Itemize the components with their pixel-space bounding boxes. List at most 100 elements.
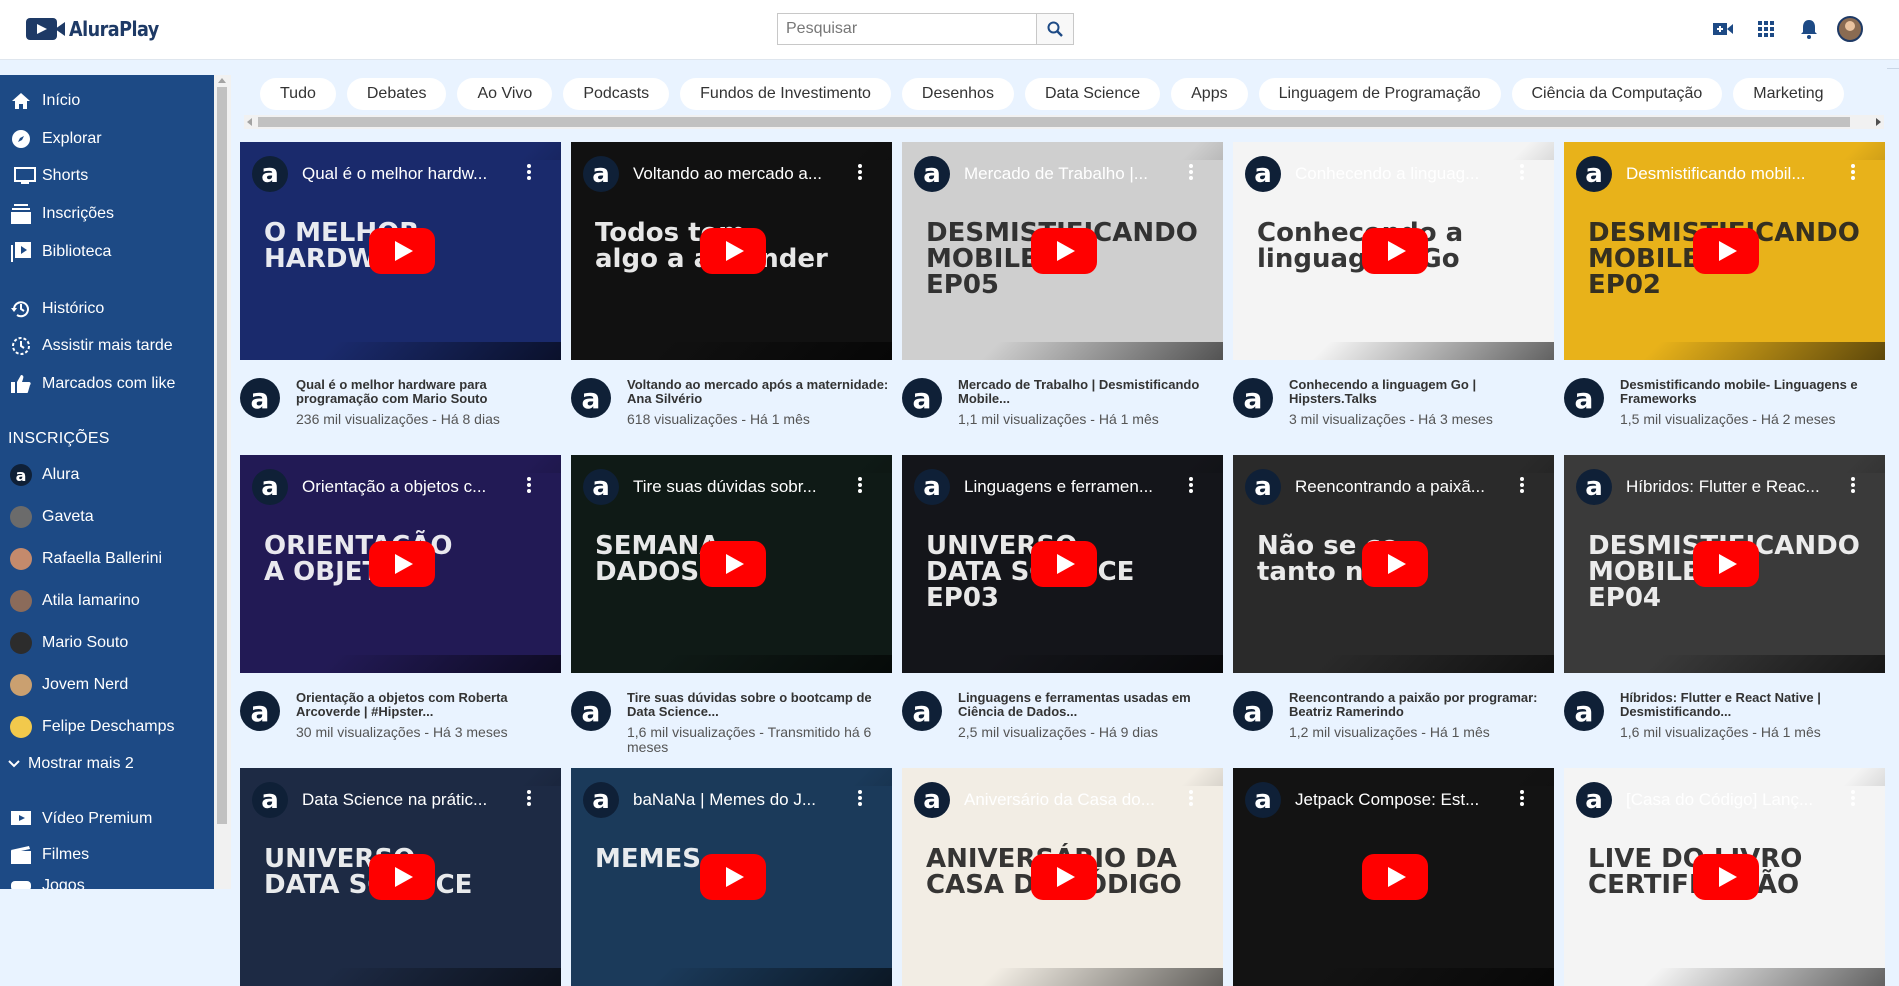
search-button[interactable] — [1036, 13, 1074, 45]
scroll-right-arrow-icon[interactable] — [1876, 118, 1881, 126]
chip-tudo[interactable]: Tudo — [260, 78, 336, 110]
video-title[interactable]: Desmistificando mobile- Linguagens e Fra… — [1620, 378, 1882, 406]
chip-data-science[interactable]: Data Science — [1024, 78, 1161, 110]
chip-ao-vivo[interactable]: Ao Vivo — [457, 78, 553, 110]
video-card[interactable]: DESMISTIFICANDO MOBILE EP02aDesmistifica… — [1564, 142, 1885, 455]
channel-logo-icon[interactable]: a — [1245, 156, 1281, 192]
sidebar-item-jogos[interactable]: Jogos — [0, 871, 214, 889]
search-input[interactable] — [777, 13, 1036, 45]
channel-avatar[interactable]: a — [902, 691, 942, 731]
more-options-icon[interactable] — [1851, 164, 1855, 180]
video-thumbnail[interactable]: Todos tem algo a aprenderaVoltando ao me… — [571, 142, 892, 360]
chips-scroll-thumb[interactable] — [258, 117, 1850, 127]
sidebar-scrollbar[interactable] — [214, 75, 231, 889]
video-card[interactable]: Conhecendo a linguagem Go a Conhecendo a l… — [1233, 142, 1554, 455]
more-options-icon[interactable] — [527, 477, 531, 493]
video-thumbnail[interactable]: DESMISTIFICANDO MOBILE EP05aMercado de T… — [902, 142, 1223, 360]
channel-logo-icon[interactable]: a — [914, 469, 950, 505]
channel-logo-icon[interactable]: a — [1576, 156, 1612, 192]
channel-item[interactable]: Atila Iamarino — [0, 586, 214, 616]
channel-logo-icon[interactable]: a — [252, 782, 288, 818]
play-button-icon[interactable] — [369, 854, 435, 900]
play-button-icon[interactable] — [1693, 854, 1759, 900]
sidebar-scroll-thumb[interactable] — [217, 87, 227, 824]
video-title[interactable]: Tire suas dúvidas sobre o bootcamp de Da… — [627, 691, 889, 719]
sidebar-item-video-premium[interactable]: Vídeo Premium — [0, 804, 214, 834]
video-title[interactable]: Orientação a objetos com Roberta Arcover… — [296, 691, 558, 719]
channel-logo-icon[interactable]: a — [914, 156, 950, 192]
video-title[interactable]: Linguagens e ferramentas usadas em Ciênc… — [958, 691, 1220, 719]
video-thumbnail[interactable]: Conhecendo a linguagem Go a Conhecendo a l… — [1233, 142, 1554, 360]
video-card[interactable]: UNIVERSO DATA SCIENCE EP03aLinguagens e … — [902, 455, 1223, 768]
chip-desenhos[interactable]: Desenhos — [901, 78, 1014, 110]
video-card[interactable]: ANIVERSÁRIO DA CASA DO CÓDIGOaAniversári… — [902, 768, 1223, 986]
chip-marketing[interactable]: Marketing — [1733, 78, 1844, 110]
chip-ciencia-da-computacao[interactable]: Ciência da Computação — [1511, 78, 1723, 110]
more-options-icon[interactable] — [858, 790, 862, 806]
channel-logo-icon[interactable]: a — [1245, 469, 1281, 505]
channel-item[interactable]: Jovem Nerd — [0, 670, 214, 700]
video-card[interactable]: DESMISTIFICANDO MOBILE EP05aMercado de T… — [902, 142, 1223, 455]
notifications-button[interactable] — [1794, 14, 1824, 44]
more-options-icon[interactable] — [527, 790, 531, 806]
video-thumbnail[interactable]: SEMANA DADOS a Tire suas dúvidas sobr... — [571, 455, 892, 673]
channel-avatar[interactable]: a — [902, 378, 942, 418]
video-thumbnail[interactable]: a Jetpack Compose: Est... — [1233, 768, 1554, 986]
more-options-icon[interactable] — [1520, 164, 1524, 180]
video-card[interactable]: SEMANA DADOS a Tire suas dúvidas sobr... a T… — [571, 455, 892, 768]
more-options-icon[interactable] — [1189, 477, 1193, 493]
channel-logo-icon[interactable]: a — [252, 156, 288, 192]
more-options-icon[interactable] — [527, 164, 531, 180]
channel-avatar[interactable]: a — [571, 691, 611, 731]
video-thumbnail[interactable]: O MELHOR HARDWARE a Qual é o melhor hardw.… — [240, 142, 561, 360]
scroll-up-arrow-icon[interactable] — [218, 78, 226, 83]
video-thumbnail[interactable]: MEMES a baNaNa | Memes do J... — [571, 768, 892, 986]
channel-avatar[interactable]: a — [1564, 378, 1604, 418]
play-button-icon[interactable] — [1362, 541, 1428, 587]
chip-apps[interactable]: Apps — [1171, 78, 1248, 110]
sidebar-item-filmes[interactable]: Filmes — [0, 840, 214, 870]
play-button-icon[interactable] — [700, 854, 766, 900]
video-thumbnail[interactable]: ORIENTAÇÃO A OBJETOS a Orientação a objeto… — [240, 455, 561, 673]
play-button-icon[interactable] — [369, 228, 435, 274]
video-card[interactable]: ORIENTAÇÃO A OBJETOS a Orientação a objeto… — [240, 455, 561, 768]
play-button-icon[interactable] — [700, 541, 766, 587]
apps-button[interactable] — [1751, 14, 1781, 44]
video-thumbnail[interactable]: LIVE DO LIVRO CERTIFICAÇÃOa[Casa do Códi… — [1564, 768, 1885, 986]
video-thumbnail[interactable]: UNIVERSO DATA SCIENCEaData Science na pr… — [240, 768, 561, 986]
video-card[interactable]: Não se co tanto no iaReencontrando a pai… — [1233, 455, 1554, 768]
channel-avatar[interactable]: a — [1233, 691, 1273, 731]
more-options-icon[interactable] — [1189, 790, 1193, 806]
play-button-icon[interactable] — [1693, 228, 1759, 274]
video-card[interactable]: a Jetpack Compose: Est... — [1233, 768, 1554, 986]
scroll-left-arrow-icon[interactable] — [247, 118, 252, 126]
video-card[interactable]: Todos tem algo a aprenderaVoltando ao me… — [571, 142, 892, 455]
channel-logo-icon[interactable]: a — [914, 782, 950, 818]
channel-avatar[interactable]: a — [1233, 378, 1273, 418]
channel-logo-icon[interactable]: a — [583, 469, 619, 505]
more-options-icon[interactable] — [858, 164, 862, 180]
more-options-icon[interactable] — [1851, 790, 1855, 806]
play-button-icon[interactable] — [1693, 541, 1759, 587]
play-button-icon[interactable] — [369, 541, 435, 587]
channel-avatar[interactable]: a — [1564, 691, 1604, 731]
play-button-icon[interactable] — [1031, 228, 1097, 274]
play-button-icon[interactable] — [700, 228, 766, 274]
channel-avatar[interactable]: a — [240, 691, 280, 731]
chip-debates[interactable]: Debates — [346, 78, 447, 110]
video-thumbnail[interactable]: Não se co tanto no iaReencontrando a pai… — [1233, 455, 1554, 673]
channel-item[interactable]: Mario Souto — [0, 628, 214, 658]
video-card[interactable]: O MELHOR HARDWARE a Qual é o melhor hardw.… — [240, 142, 561, 455]
video-card[interactable]: UNIVERSO DATA SCIENCEaData Science na pr… — [240, 768, 561, 986]
channel-avatar[interactable]: a — [240, 378, 280, 418]
sidebar-item-historico[interactable]: Histórico — [0, 294, 214, 324]
play-button-icon[interactable] — [1362, 228, 1428, 274]
more-options-icon[interactable] — [1189, 164, 1193, 180]
channel-logo-icon[interactable]: a — [1576, 782, 1612, 818]
channel-avatar[interactable]: a — [571, 378, 611, 418]
channel-item[interactable]: a Alura — [0, 460, 214, 490]
channel-logo-icon[interactable]: a — [583, 156, 619, 192]
channel-item[interactable]: Felipe Deschamps — [0, 712, 214, 742]
channel-item[interactable]: Gaveta — [0, 502, 214, 532]
more-options-icon[interactable] — [858, 477, 862, 493]
